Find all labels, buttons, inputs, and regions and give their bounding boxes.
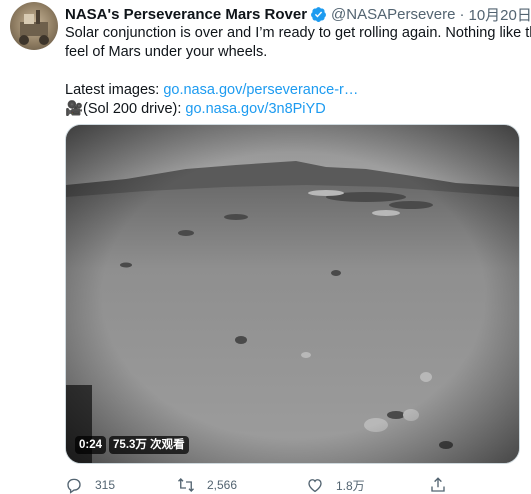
video-view-count: 75.3万 次观看 <box>109 436 189 454</box>
share-button[interactable] <box>429 476 447 494</box>
latest-images-link[interactable]: go.nasa.gov/perseverance-r… <box>163 82 358 98</box>
retweet-button[interactable]: 2,566 <box>177 476 237 494</box>
avatar[interactable] <box>10 2 58 50</box>
latest-images-line: Latest images: go.nasa.gov/perseverance-… <box>65 81 520 100</box>
tweet-timestamp[interactable]: 10月20日 <box>468 4 531 25</box>
reply-icon <box>67 478 81 494</box>
like-button[interactable]: 1.8万 <box>306 476 365 494</box>
tweet-text: Solar conjunction is over and I’m ready … <box>65 24 531 119</box>
video-duration: 0:24 <box>75 436 107 454</box>
latest-images-label: Latest images: <box>65 82 164 98</box>
share-icon <box>431 477 445 492</box>
tweet: NASA's Perseverance Mars Rover @NASAPers… <box>0 0 531 494</box>
tweet-header: NASA's Perseverance Mars Rover @NASAPers… <box>65 4 531 24</box>
separator-dot: · <box>459 5 465 23</box>
like-icon <box>308 479 322 493</box>
sol-drive-label: 🎥(Sol 200 drive): <box>65 101 186 117</box>
video-info-badges: 0:24 75.3万 次观看 <box>75 436 189 454</box>
reply-count: 315 <box>95 478 116 492</box>
author-handle[interactable]: @NASAPersevere <box>331 6 455 23</box>
tweet-text-line: feel of Mars under your wheels. <box>65 44 268 60</box>
retweet-icon <box>178 478 194 492</box>
tweet-actions: 315 2,566 1.8万 <box>60 476 460 494</box>
verified-badge-icon <box>310 6 327 23</box>
sol-drive-link[interactable]: go.nasa.gov/3n8PiYD <box>185 101 325 117</box>
sol-drive-line: 🎥(Sol 200 drive): go.nasa.gov/3n8PiYD <box>65 100 520 119</box>
author-name[interactable]: NASA's Perseverance Mars Rover <box>65 6 307 23</box>
like-count: 1.8万 <box>336 478 365 493</box>
mars-terrain-video-frame <box>66 125 519 463</box>
tweet-text-line: Solar conjunction is over and I’m ready … <box>65 25 531 41</box>
retweet-count: 2,566 <box>207 478 238 492</box>
video-player[interactable] <box>65 124 520 464</box>
reply-button[interactable]: 315 <box>65 476 115 494</box>
